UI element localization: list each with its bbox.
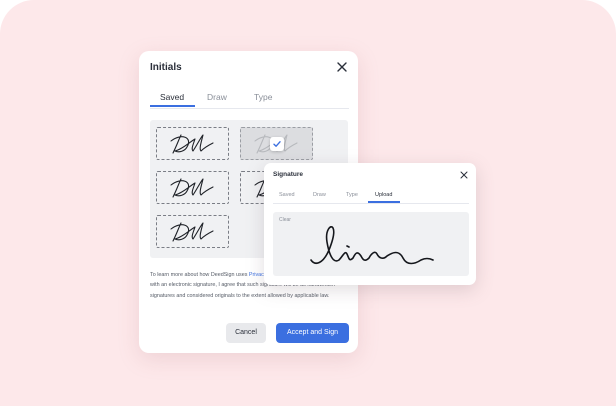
tab-saved[interactable]: Saved <box>279 192 295 198</box>
saved-initial-1[interactable] <box>156 127 229 160</box>
active-tab-indicator <box>150 105 195 107</box>
signature-dialog: Signature Saved Draw Type Upload Clear <box>264 163 476 285</box>
tab-bar: Saved Draw Type <box>150 90 349 109</box>
initial-signature-3 <box>170 178 214 198</box>
signature-dialog-title: Signature <box>273 171 303 178</box>
initial-signature-1 <box>170 134 214 154</box>
initial-signature-5 <box>170 222 214 242</box>
close-icon[interactable] <box>460 171 468 179</box>
tab-type[interactable]: Type <box>254 92 272 102</box>
active-tab-indicator <box>368 201 400 203</box>
check-icon <box>270 137 284 151</box>
tab-type[interactable]: Type <box>346 192 358 198</box>
signature-tab-bar: Saved Draw Type Upload <box>273 190 469 204</box>
saved-initial-5[interactable] <box>156 215 229 248</box>
legal-text-intro: To learn more about how DeedSign uses <box>150 272 248 278</box>
signature-pad[interactable]: Clear <box>273 212 469 276</box>
tab-draw[interactable]: Draw <box>207 92 227 102</box>
tab-upload[interactable]: Upload <box>375 192 392 198</box>
clear-button[interactable]: Clear <box>279 217 291 223</box>
close-icon[interactable] <box>336 61 348 73</box>
saved-initial-3[interactable] <box>156 171 229 204</box>
tab-saved[interactable]: Saved <box>160 92 184 102</box>
dialog-title: Initials <box>150 62 182 73</box>
tab-draw[interactable]: Draw <box>313 192 326 198</box>
saved-initial-2-selected[interactable] <box>240 127 313 160</box>
accept-and-sign-button[interactable]: Accept and Sign <box>276 323 349 343</box>
signature-drawing <box>310 226 434 265</box>
cancel-button[interactable]: Cancel <box>226 323 266 343</box>
